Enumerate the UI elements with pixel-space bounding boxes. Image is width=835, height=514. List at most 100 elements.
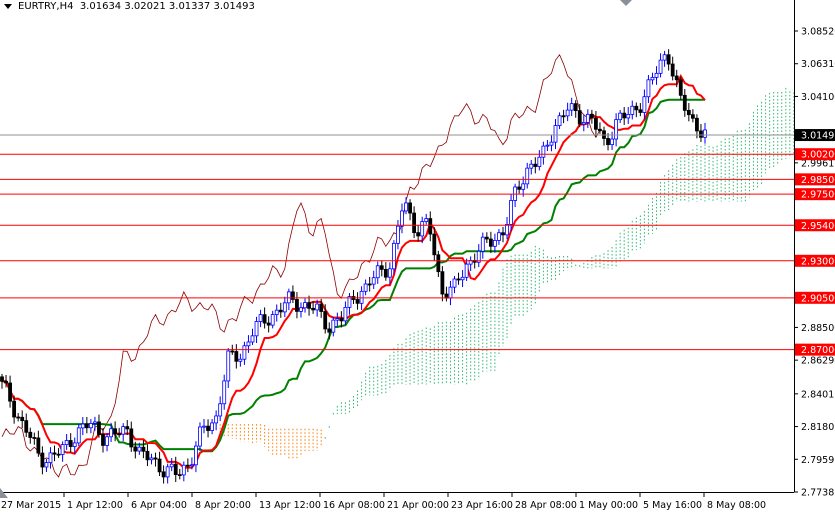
x-tick-label: 5 May 16:00	[643, 500, 702, 511]
candle-body	[682, 94, 687, 111]
candle-body	[258, 314, 263, 322]
candle-body	[610, 138, 614, 146]
candle-body	[541, 145, 546, 158]
candle	[44, 458, 49, 472]
candle-body	[383, 268, 388, 278]
candle-body	[202, 425, 206, 428]
candle-body	[488, 238, 493, 247]
candle-body	[408, 202, 412, 214]
x-tick-label: 28 Apr 08:00	[515, 500, 577, 511]
candle-body	[650, 77, 655, 81]
candle	[258, 309, 263, 328]
candle-body	[440, 271, 445, 295]
candle	[8, 375, 12, 408]
candle-body	[222, 380, 227, 405]
candle-body	[121, 426, 126, 435]
candle-body	[36, 437, 41, 454]
candle	[666, 49, 671, 71]
price-chart[interactable]: 3.085203.063103.041002.996152.885002.862…	[0, 0, 835, 514]
x-tick-label: 21 Apr 00:00	[387, 500, 449, 511]
candle	[646, 74, 651, 103]
candle	[234, 344, 239, 369]
candle-body	[420, 221, 425, 237]
candle-body	[28, 431, 33, 438]
candle	[400, 203, 404, 234]
candle-body	[198, 426, 202, 447]
candle-body	[226, 350, 231, 382]
candle	[202, 418, 206, 434]
candle	[392, 240, 396, 274]
candle-body	[20, 416, 25, 422]
candle-body	[339, 318, 344, 322]
candle-body	[553, 125, 558, 143]
candle	[60, 441, 65, 462]
candle-body	[505, 224, 509, 236]
candle-body	[149, 457, 154, 461]
candle	[537, 150, 542, 171]
candle	[97, 414, 101, 438]
candle-body	[678, 79, 683, 96]
candle	[274, 304, 279, 322]
candle-body	[105, 436, 109, 446]
candle-body	[218, 403, 223, 417]
candle-body	[315, 303, 320, 311]
candle-body	[537, 156, 542, 167]
candle	[36, 430, 41, 457]
candle	[513, 183, 518, 208]
candle	[428, 211, 433, 242]
y-tick-label: 2.77385	[801, 488, 835, 499]
candle-body	[76, 427, 81, 444]
candle-body	[549, 141, 554, 146]
candle-body	[375, 265, 380, 279]
candle-body	[646, 79, 651, 98]
candle	[80, 417, 85, 436]
candle	[650, 72, 655, 85]
candle-body	[448, 286, 453, 299]
candle-body	[452, 278, 457, 288]
candle	[145, 444, 150, 467]
candle	[282, 296, 287, 318]
candle-body	[323, 311, 328, 330]
candle-body	[662, 54, 667, 61]
candle	[222, 374, 227, 410]
candle-body	[230, 350, 235, 353]
candle-body	[674, 75, 679, 81]
x-tick-label: 8 May 08:00	[707, 500, 766, 511]
candle-body	[161, 471, 166, 478]
candle-body	[622, 112, 627, 119]
candle-body	[569, 103, 574, 111]
candle	[493, 233, 497, 253]
candle	[16, 413, 21, 422]
candle	[682, 89, 687, 117]
candle	[658, 53, 663, 78]
candle-body	[545, 144, 550, 147]
candle	[286, 288, 291, 311]
candle-body	[484, 236, 489, 240]
candle	[545, 140, 550, 152]
candle-body	[690, 114, 695, 119]
candle	[618, 110, 623, 124]
candle-body	[125, 426, 130, 430]
candle-body	[4, 380, 8, 384]
candle	[24, 413, 29, 437]
x-tick-label: 13 Apr 12:00	[259, 500, 321, 511]
y-tick-label: 2.86290	[801, 356, 835, 367]
candle	[141, 440, 146, 459]
candle-body	[185, 464, 190, 467]
candle-body	[327, 328, 332, 333]
level-label: 2.98500	[801, 175, 835, 186]
candle-body	[97, 421, 101, 435]
candle	[585, 109, 590, 128]
candle-body	[428, 218, 433, 235]
candle-body	[234, 351, 239, 362]
candle	[88, 419, 93, 434]
candle	[557, 112, 562, 130]
candle	[246, 335, 251, 353]
candle-body	[44, 462, 49, 468]
candle-body	[432, 233, 437, 256]
candle	[424, 213, 429, 225]
candle-body	[262, 314, 267, 324]
chart-window[interactable]: EURTRY,H4 3.01634 3.02021 3.01337 3.0149…	[0, 0, 835, 514]
candle-body	[581, 122, 586, 125]
candle-body	[60, 444, 65, 455]
